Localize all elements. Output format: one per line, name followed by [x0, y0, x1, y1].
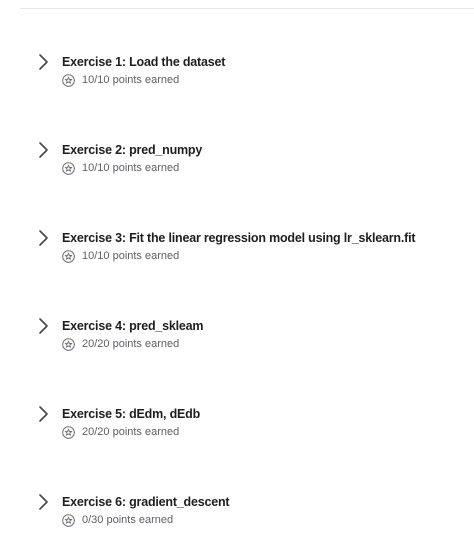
- exercise-title[interactable]: Exercise 2: pred_numpy: [62, 141, 202, 159]
- star-badge-icon: [62, 161, 75, 175]
- exercise-item-1[interactable]: Exercise 1: Load the dataset 10/10 point…: [0, 53, 474, 101]
- points-earned: 10/10 points earned: [82, 74, 180, 86]
- points-row: 20/20 points earned: [62, 424, 179, 440]
- points-earned: 20/20 points earned: [82, 338, 180, 350]
- chevron-right-icon[interactable]: [36, 229, 50, 247]
- chevron-right-icon[interactable]: [36, 317, 50, 335]
- points-earned: 10/10 points earned: [82, 162, 180, 174]
- points-earned: 20/20 points earned: [82, 426, 180, 438]
- points-row: 10/10 points earned: [62, 248, 179, 264]
- chevron-right-icon[interactable]: [36, 53, 50, 71]
- star-badge-icon: [62, 249, 75, 263]
- chevron-right-icon[interactable]: [36, 493, 50, 511]
- exercise-title[interactable]: Exercise 6: gradient_descent: [62, 493, 230, 511]
- star-badge-icon: [62, 513, 75, 527]
- chevron-right-icon[interactable]: [36, 141, 50, 159]
- exercise-item-4[interactable]: Exercise 4: pred_skleam 20/20 points ear…: [0, 317, 474, 365]
- exercise-item-6[interactable]: Exercise 6: gradient_descent 0/30 points…: [0, 493, 474, 541]
- exercise-title[interactable]: Exercise 1: Load the dataset: [62, 53, 225, 71]
- exercise-title[interactable]: Exercise 5: dEdm, dEdb: [62, 405, 200, 423]
- star-badge-icon: [62, 73, 75, 87]
- points-row: 10/10 points earned: [62, 160, 179, 176]
- exercise-title[interactable]: Exercise 4: pred_skleam: [62, 317, 204, 335]
- chevron-right-icon[interactable]: [36, 405, 50, 423]
- star-badge-icon: [62, 425, 75, 439]
- points-row: 10/10 points earned: [62, 72, 179, 88]
- points-row: 0/30 points earned: [62, 512, 173, 528]
- exercise-title[interactable]: Exercise 3: Fit the linear regression mo…: [62, 229, 416, 247]
- points-earned: 10/10 points earned: [82, 250, 180, 262]
- exercise-item-2[interactable]: Exercise 2: pred_numpy 10/10 points earn…: [0, 141, 474, 189]
- exercise-item-5[interactable]: Exercise 5: dEdm, dEdb 20/20 points earn…: [0, 405, 474, 453]
- exercise-item-3[interactable]: Exercise 3: Fit the linear regression mo…: [0, 229, 474, 277]
- exercise-list: Exercise 1: Load the dataset 10/10 point…: [0, 0, 474, 551]
- points-row: 20/20 points earned: [62, 336, 179, 352]
- points-earned: 0/30 points earned: [82, 514, 174, 526]
- star-badge-icon: [62, 337, 75, 351]
